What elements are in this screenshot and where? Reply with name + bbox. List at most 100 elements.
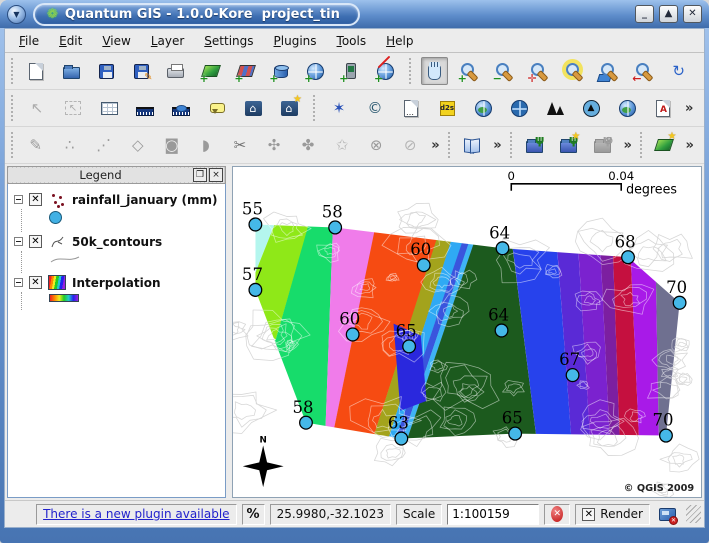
layer-visibility-checkbox[interactable]: ✕ xyxy=(29,193,42,206)
plugin-message-link[interactable]: There is a new plugin available xyxy=(43,507,229,521)
menu-edit[interactable]: Edit xyxy=(50,31,91,51)
scalebar-plugin-button[interactable]: … xyxy=(397,94,425,122)
layer-label[interactable]: 50k_contours xyxy=(72,235,162,249)
toolbar-overflow-chevron[interactable]: » xyxy=(623,138,631,153)
menu-help[interactable]: Help xyxy=(377,31,422,51)
zoom-full-extent-button[interactable]: ✛ xyxy=(526,57,553,85)
dxf2shp-converter-button[interactable]: d2s xyxy=(433,94,461,122)
zoom-to-layer-button[interactable] xyxy=(595,57,622,85)
add-island-button[interactable]: ◗ xyxy=(193,131,219,159)
delete-selected-button[interactable]: ⊗ xyxy=(363,131,389,159)
new-bookmark-button[interactable]: ⌂★ xyxy=(275,94,303,122)
show-bookmarks-button[interactable]: ⌂ xyxy=(239,94,267,122)
scale-input[interactable] xyxy=(447,504,539,525)
quick-print-pdf-button[interactable]: A xyxy=(649,94,677,122)
minimize-button[interactable]: _ xyxy=(635,5,654,23)
close-button[interactable]: ✕ xyxy=(683,5,702,23)
refresh-map-button[interactable]: ↻ xyxy=(665,57,692,85)
grass-close-mapset-button[interactable]: ψ⊗ xyxy=(589,131,615,159)
map-tips-button[interactable] xyxy=(203,94,231,122)
print-map-button[interactable] xyxy=(162,57,189,85)
measure-line-button[interactable] xyxy=(131,94,159,122)
capture-polygon-button[interactable]: ◇ xyxy=(125,131,151,159)
menu-layer[interactable]: Layer xyxy=(142,31,193,51)
toolbar-overflow-chevron[interactable]: » xyxy=(431,138,439,153)
north-arrow-plugin-button[interactable]: ▲ xyxy=(577,94,605,122)
menu-view[interactable]: View xyxy=(93,31,139,51)
new-gpx-layer-button[interactable]: + xyxy=(372,57,399,85)
north-star-plugin-button[interactable]: ✶ xyxy=(325,94,353,122)
graticule-creator-button[interactable] xyxy=(505,94,533,122)
map-view[interactable]: 00.04degreesN© QGIS 20095558606468705760… xyxy=(232,166,702,498)
menu-plugins[interactable]: Plugins xyxy=(265,31,326,51)
zoom-last-button[interactable]: ← xyxy=(630,57,657,85)
raster-histogram-button[interactable] xyxy=(541,94,569,122)
menu-tools[interactable]: Tools xyxy=(328,31,376,51)
zoom-in-button[interactable]: + xyxy=(456,57,483,85)
node-tool-button[interactable]: ✩ xyxy=(329,131,355,159)
legend-panel-header[interactable]: Legend ❐ × xyxy=(7,166,226,184)
menu-settings[interactable]: Settings xyxy=(195,31,262,51)
render-toggle[interactable]: ✕ Render xyxy=(575,504,650,525)
toolbar-overflow-chevron[interactable]: » xyxy=(493,138,501,153)
layer-label[interactable]: Interpolation xyxy=(72,276,160,290)
capture-line-button[interactable]: ⋰ xyxy=(91,131,117,159)
toggle-editing-button[interactable]: ✎ xyxy=(23,131,49,159)
map-canvas[interactable]: 00.04degreesN© QGIS 20095558606468705760… xyxy=(233,167,701,497)
split-features-button[interactable]: ✂ xyxy=(227,131,253,159)
render-checkbox[interactable]: ✕ xyxy=(582,508,595,521)
cut-features-button[interactable]: ⊘ xyxy=(397,131,423,159)
add-gps-layer-button[interactable]: + xyxy=(337,57,364,85)
layer-visibility-checkbox[interactable]: ✕ xyxy=(29,276,42,289)
capture-point-button[interactable]: ∴ xyxy=(57,131,83,159)
collapse-expander-icon[interactable] xyxy=(14,278,23,287)
plugin-message-box[interactable]: There is a new plugin available xyxy=(36,504,236,525)
layer-visibility-checkbox[interactable]: ✕ xyxy=(29,235,42,248)
panel-close-button[interactable]: × xyxy=(209,168,223,182)
maximize-button[interactable]: ▲ xyxy=(659,5,678,23)
help-contents-button[interactable] xyxy=(459,131,485,159)
zoom-out-button[interactable]: − xyxy=(491,57,518,85)
resize-grip[interactable] xyxy=(686,505,701,523)
collapse-expander-icon[interactable] xyxy=(14,195,23,204)
open-project-button[interactable] xyxy=(58,57,85,85)
copyright-label-plugin-button[interactable]: © xyxy=(361,94,389,122)
open-attribute-table-button[interactable] xyxy=(95,94,123,122)
layer-row[interactable]: ✕ rainfall_january (mm) xyxy=(10,190,223,209)
toolbar-overflow-chevron[interactable]: » xyxy=(685,101,693,116)
grass-new-mapset-button[interactable]: ψ★ xyxy=(555,131,581,159)
measure-area-button[interactable] xyxy=(167,94,195,122)
layer-row[interactable]: ✕ 50k_contours xyxy=(10,232,223,251)
georeferencer-button[interactable] xyxy=(469,94,497,122)
rainfall-value-label: 63 xyxy=(388,413,409,432)
select-features-button[interactable]: ↖ xyxy=(59,94,87,122)
layer-row[interactable]: ✕ Interpolation xyxy=(10,273,223,292)
zoom-to-selection-button[interactable] xyxy=(560,57,587,85)
projection-status-button[interactable]: ✕ xyxy=(655,504,679,525)
menu-file[interactable]: File xyxy=(10,31,48,51)
add-ring-button[interactable]: ◙ xyxy=(159,131,185,159)
stop-rendering-button[interactable]: ✕ xyxy=(544,504,570,525)
move-feature-button[interactable]: ✣ xyxy=(261,131,287,159)
panel-float-button[interactable]: ❐ xyxy=(193,168,207,182)
add-raster-layer-button[interactable]: + xyxy=(232,57,259,85)
add-postgis-layer-button[interactable]: + xyxy=(267,57,294,85)
layer-label[interactable]: rainfall_january (mm) xyxy=(72,193,218,207)
toolbar-overflow-chevron[interactable]: » xyxy=(686,138,694,153)
add-wms-layer-button[interactable]: + xyxy=(302,57,329,85)
move-vertex-button[interactable]: ✤ xyxy=(295,131,321,159)
identify-features-button[interactable]: ↖ xyxy=(23,94,51,122)
window-menu-button[interactable]: ▼ xyxy=(7,5,26,24)
gdal-tools-button[interactable] xyxy=(613,94,641,122)
collapse-expander-icon[interactable] xyxy=(14,237,23,246)
toolbar-separator xyxy=(313,95,320,121)
titlebar[interactable]: ▼ ❁ Quantum GIS - 1.0.0-Kore project_tin… xyxy=(0,0,709,28)
grass-open-mapset-button[interactable]: ψ xyxy=(521,131,547,159)
add-vector-layer-button[interactable]: + xyxy=(197,57,224,85)
pan-map-button[interactable] xyxy=(421,57,448,85)
mouse-position-toggle-icon[interactable]: % xyxy=(242,504,265,525)
new-project-button[interactable] xyxy=(23,57,50,85)
save-project-button[interactable] xyxy=(93,57,120,85)
save-project-as-button[interactable]: ✎ xyxy=(128,57,155,85)
new-print-composer-button[interactable]: ★ xyxy=(651,131,677,159)
